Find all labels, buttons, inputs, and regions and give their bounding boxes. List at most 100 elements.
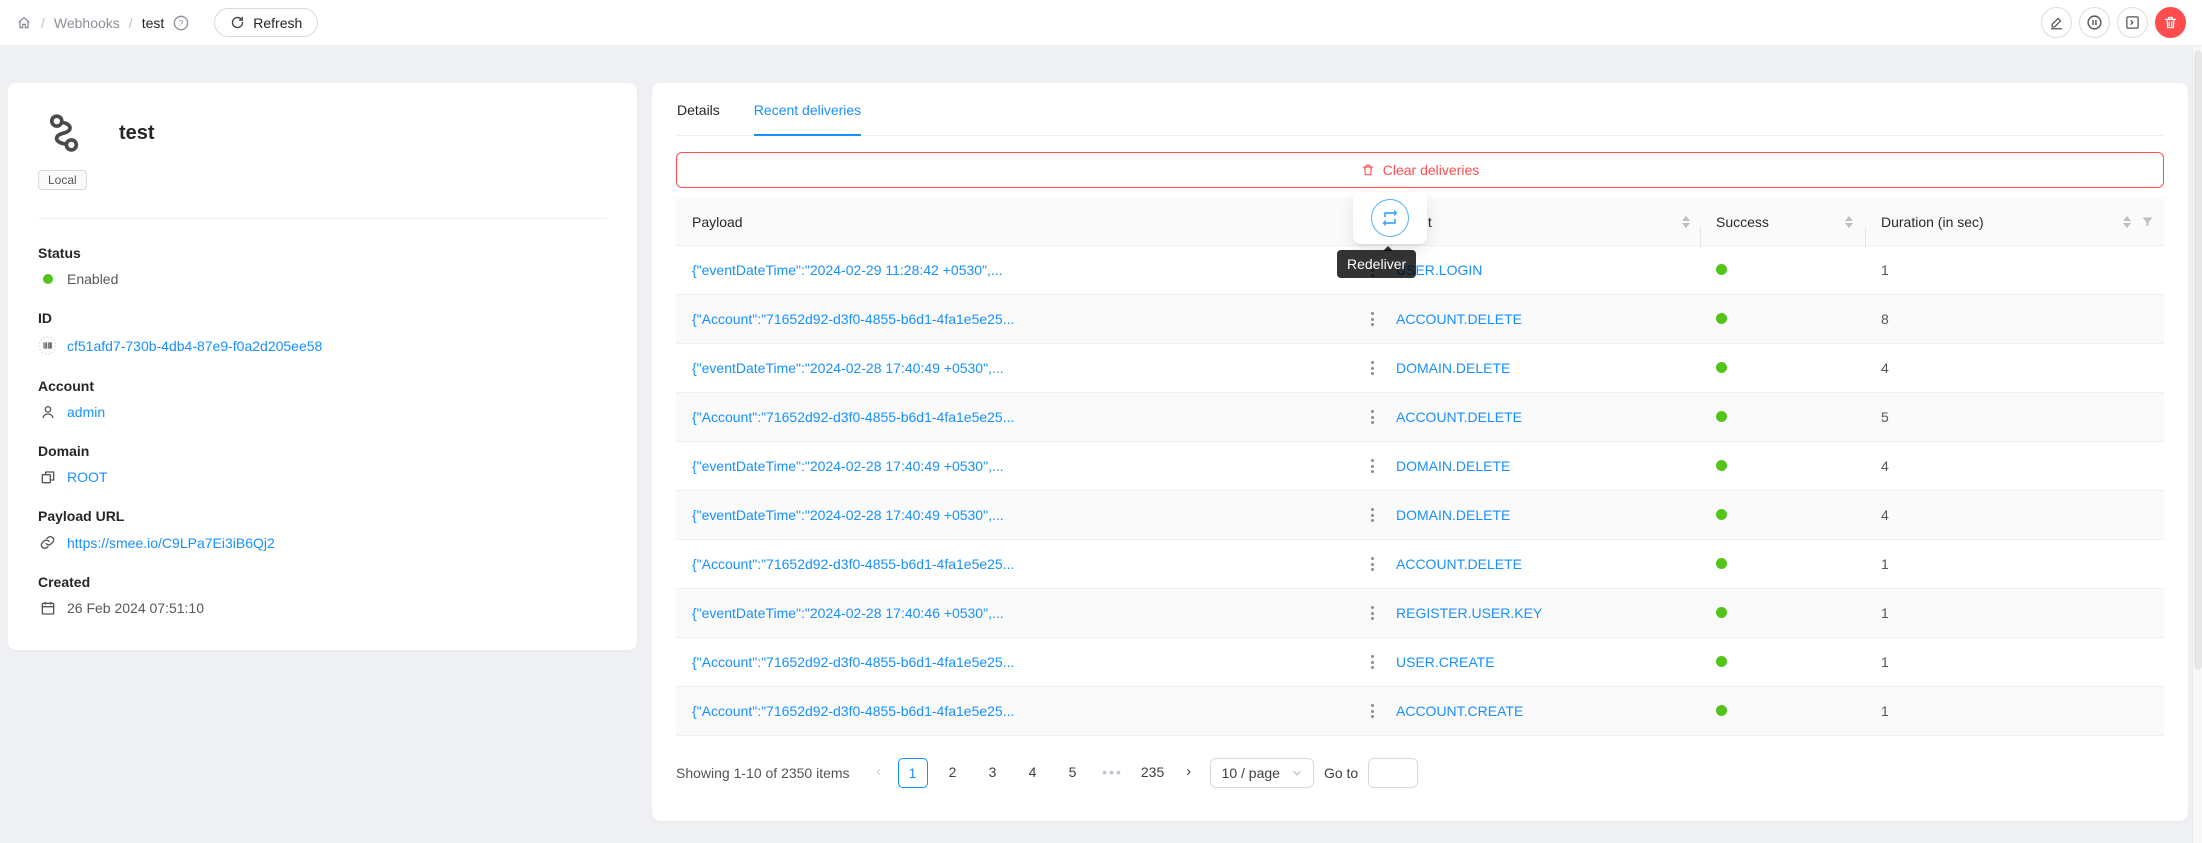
clear-deliveries-button[interactable]: Clear deliveries bbox=[676, 152, 2164, 188]
success-dot bbox=[1716, 607, 1727, 618]
page-2[interactable]: 2 bbox=[938, 758, 968, 788]
payload-link[interactable]: {"eventDateTime":"2024-02-28 17:40:49 +0… bbox=[676, 458, 1355, 474]
page-size-select[interactable]: 10 / page bbox=[1210, 758, 1314, 788]
page-5[interactable]: 5 bbox=[1058, 758, 1088, 788]
column-header-success[interactable]: Success bbox=[1700, 214, 1865, 230]
success-dot bbox=[1716, 705, 1727, 716]
refresh-button[interactable]: Refresh bbox=[214, 8, 318, 37]
trash-icon bbox=[1361, 163, 1375, 177]
payload-link[interactable]: {"Account":"71652d92-d3f0-4855-b6d1-4fa1… bbox=[676, 409, 1355, 425]
event-link[interactable]: ACCOUNT.CREATE bbox=[1390, 703, 1700, 719]
disable-button[interactable] bbox=[2079, 7, 2110, 38]
table-row: {"eventDateTime":"2024-02-28 17:40:49 +0… bbox=[676, 442, 2164, 491]
edit-button[interactable] bbox=[2041, 7, 2072, 38]
row-actions bbox=[1355, 308, 1390, 330]
event-link[interactable]: USER.LOGIN bbox=[1390, 262, 1700, 278]
page-1[interactable]: 1 bbox=[898, 758, 928, 788]
page-size-value: 10 / page bbox=[1222, 765, 1280, 781]
detail-value[interactable]: https://smee.io/C9LPa7Ei3iB6Qj2 bbox=[67, 535, 275, 551]
tab-recent-deliveries[interactable]: Recent deliveries bbox=[754, 83, 861, 135]
row-actions bbox=[1355, 553, 1390, 575]
filter-icon[interactable] bbox=[2141, 215, 2154, 228]
more-actions-icon[interactable] bbox=[1367, 504, 1378, 526]
more-actions-icon[interactable] bbox=[1367, 700, 1378, 722]
tab-details[interactable]: Details bbox=[677, 83, 720, 135]
payload-link[interactable]: {"eventDateTime":"2024-02-28 17:40:46 +0… bbox=[676, 605, 1355, 621]
row-actions bbox=[1355, 504, 1390, 526]
console-button[interactable] bbox=[2117, 7, 2148, 38]
sort-icon[interactable] bbox=[2123, 216, 2131, 228]
help-icon[interactable]: ? bbox=[173, 15, 189, 31]
status-dot bbox=[43, 274, 53, 284]
row-actions bbox=[1355, 700, 1390, 722]
detail-value[interactable]: admin bbox=[67, 404, 105, 420]
detail-label: Domain bbox=[38, 443, 607, 459]
console-icon bbox=[2125, 15, 2140, 30]
payload-link[interactable]: {"eventDateTime":"2024-02-28 17:40:49 +0… bbox=[676, 360, 1355, 376]
chevron-right-icon[interactable]: › bbox=[1178, 758, 1200, 788]
page-ellipsis[interactable]: ••• bbox=[1098, 758, 1128, 788]
reload-icon bbox=[230, 15, 245, 30]
redeliver-button[interactable] bbox=[1371, 199, 1409, 237]
success-cell bbox=[1700, 654, 1865, 670]
breadcrumb-webhooks[interactable]: Webhooks bbox=[54, 15, 120, 31]
detail-value[interactable]: ROOT bbox=[67, 469, 107, 485]
success-dot bbox=[1716, 656, 1727, 667]
more-actions-icon[interactable] bbox=[1367, 455, 1378, 477]
page-scrollbar[interactable] bbox=[2192, 46, 2202, 843]
payload-link[interactable]: {"Account":"71652d92-d3f0-4855-b6d1-4fa1… bbox=[676, 703, 1355, 719]
page-3[interactable]: 3 bbox=[978, 758, 1008, 788]
more-actions-icon[interactable] bbox=[1367, 553, 1378, 575]
detail-payload-url: Payload URL https://smee.io/C9LPa7Ei3iB6… bbox=[38, 508, 607, 551]
payload-link[interactable]: {"Account":"71652d92-d3f0-4855-b6d1-4fa1… bbox=[676, 556, 1355, 572]
table-row: {"eventDateTime":"2024-02-28 17:40:49 +0… bbox=[676, 491, 2164, 540]
page-235[interactable]: 235 bbox=[1138, 758, 1168, 788]
sort-icon[interactable] bbox=[1845, 216, 1853, 228]
event-link[interactable]: DOMAIN.DELETE bbox=[1390, 458, 1700, 474]
detail-label: ID bbox=[38, 310, 607, 326]
event-link[interactable]: USER.CREATE bbox=[1390, 654, 1700, 670]
delete-webhook-button[interactable] bbox=[2155, 7, 2186, 38]
calendar-icon bbox=[38, 600, 57, 616]
event-link[interactable]: ACCOUNT.DELETE bbox=[1390, 556, 1700, 572]
chevron-left-icon[interactable]: ‹ bbox=[868, 758, 890, 788]
detail-label: Status bbox=[38, 245, 607, 261]
home-icon[interactable] bbox=[16, 15, 32, 31]
detail-label: Account bbox=[38, 378, 607, 394]
chevron-down-icon bbox=[1292, 768, 1302, 778]
divider bbox=[38, 218, 607, 219]
payload-link[interactable]: {"eventDateTime":"2024-02-28 17:40:49 +0… bbox=[676, 507, 1355, 523]
event-link[interactable]: DOMAIN.DELETE bbox=[1390, 360, 1700, 376]
more-actions-icon[interactable] bbox=[1367, 651, 1378, 673]
payload-link[interactable]: {"eventDateTime":"2024-02-29 11:28:42 +0… bbox=[676, 262, 1355, 278]
pause-icon bbox=[2086, 14, 2103, 31]
payload-link[interactable]: {"Account":"71652d92-d3f0-4855-b6d1-4fa1… bbox=[676, 311, 1355, 327]
column-header-duration[interactable]: Duration (in sec) bbox=[1865, 214, 2164, 230]
table-row: {"Account":"71652d92-d3f0-4855-b6d1-4fa1… bbox=[676, 393, 2164, 442]
table-row: {"Account":"71652d92-d3f0-4855-b6d1-4fa1… bbox=[676, 540, 2164, 589]
page-4[interactable]: 4 bbox=[1018, 758, 1048, 788]
event-link[interactable]: DOMAIN.DELETE bbox=[1390, 507, 1700, 523]
more-actions-icon[interactable] bbox=[1367, 308, 1378, 330]
success-cell bbox=[1700, 605, 1865, 621]
scrollbar-thumb[interactable] bbox=[2194, 50, 2202, 670]
event-link[interactable]: REGISTER.USER.KEY bbox=[1390, 605, 1700, 621]
detail-value[interactable]: cf51afd7-730b-4db4-87e9-f0a2d205ee58 bbox=[67, 338, 322, 354]
event-link[interactable]: ACCOUNT.DELETE bbox=[1390, 311, 1700, 327]
event-link[interactable]: ACCOUNT.DELETE bbox=[1390, 409, 1700, 425]
more-actions-icon[interactable] bbox=[1367, 357, 1378, 379]
column-header-payload[interactable]: Payload bbox=[676, 214, 1355, 230]
column-header-event[interactable]: Event bbox=[1390, 214, 1700, 230]
goto-label: Go to bbox=[1324, 765, 1358, 781]
trash-icon bbox=[2163, 15, 2178, 30]
payload-link[interactable]: {"Account":"71652d92-d3f0-4855-b6d1-4fa1… bbox=[676, 654, 1355, 670]
more-actions-icon[interactable] bbox=[1367, 602, 1378, 624]
sort-icon[interactable] bbox=[1682, 216, 1690, 228]
goto-input[interactable] bbox=[1368, 758, 1418, 788]
detail-created: Created 26 Feb 2024 07:51:10 bbox=[38, 574, 607, 616]
page: / Webhooks / test ? Refresh bbox=[0, 0, 2202, 843]
detail-id: ID cf51afd7-730b-4db4-87e9-f0a2d205ee58 bbox=[38, 310, 607, 355]
domain-icon bbox=[38, 469, 57, 485]
deliveries-table: Payload Event Success Duration (in sec) bbox=[676, 198, 2164, 736]
more-actions-icon[interactable] bbox=[1367, 406, 1378, 428]
